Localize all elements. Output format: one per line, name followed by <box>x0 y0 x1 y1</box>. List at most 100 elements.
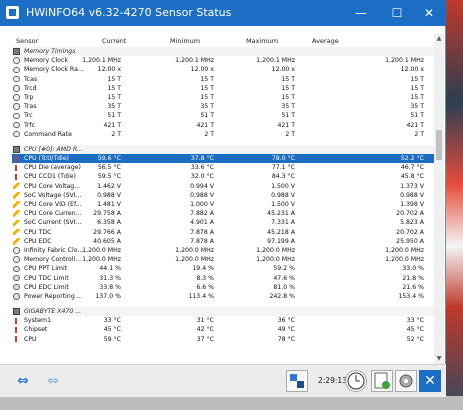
sensor-row[interactable]: Power Reporting ... 137.0 % 113.4 % 242.8 %… <box>12 292 434 301</box>
close-button[interactable]: ✕ <box>412 0 446 26</box>
sensor-row[interactable]: Memory Clock 1,200.1 MHz 1,200.1 MHz 1,200.… <box>12 56 434 65</box>
average-value: 21.8 % <box>402 274 424 282</box>
title-bar[interactable]: HWiNFO64 v6.32-4270 Sensor Status — ☐ ✕ <box>0 0 446 26</box>
temp-icon <box>15 173 17 181</box>
sensor-row[interactable]: Trcd 15 T 15 T 15 T 15 T <box>12 84 434 93</box>
sensor-name: CPU (Tctl/Tdie) <box>24 155 69 163</box>
settings-gear-icon[interactable] <box>395 370 417 392</box>
sensor-row[interactable]: Chipset 45 °C 42 °C 49 °C 45 °C <box>12 325 434 334</box>
clock-icon[interactable] <box>345 370 367 392</box>
column-header-average[interactable]: Average <box>312 37 339 45</box>
maximum-value: 0.988 V <box>271 191 295 199</box>
minimize-button[interactable]: — <box>344 0 378 26</box>
sensor-row[interactable]: Trfc 421 T 421 T 421 T 421 T <box>12 121 434 130</box>
current-value: 15 T <box>107 93 121 101</box>
current-value: 15 T <box>107 84 121 92</box>
column-header-sensor[interactable]: Sensor <box>16 37 38 45</box>
maximum-value: 1,200.1 MHz <box>256 57 295 65</box>
maximum-value: 7.331 A <box>271 219 295 227</box>
minimum-value: 12.00 x <box>190 66 214 74</box>
average-value: 20.702 A <box>396 210 424 218</box>
sensor-row[interactable]: Tcas 15 T 15 T 15 T 15 T <box>12 75 434 84</box>
minimum-value: 0.988 V <box>190 191 214 199</box>
sensor-transfer-icon[interactable] <box>286 370 308 392</box>
minimum-value: 6.6 % <box>196 283 214 291</box>
nav-left-arrows-icon[interactable]: ⇔ <box>10 374 36 389</box>
maximum-value: 45.218 A <box>267 228 295 236</box>
scroll-up-arrow-icon[interactable]: ▲ <box>434 34 444 44</box>
current-value: 421 T <box>103 121 121 129</box>
sensor-row[interactable]: Memory Controll... 1,200.0 MHz 1,200.0 MHz… <box>12 255 434 264</box>
sensor-row[interactable]: Tras 35 T 35 T 35 T 35 T <box>12 102 434 111</box>
sensor-row[interactable]: CPU 59 °C 37 °C 78 °C 52 °C <box>12 335 434 344</box>
clock-icon <box>13 130 20 138</box>
sensor-group-header[interactable]: Memory Timings <box>12 47 434 57</box>
sensor-row[interactable]: SoC Voltage (SVI... 0.988 V 0.988 V 0.988 V… <box>12 191 434 200</box>
volt-icon <box>13 219 20 227</box>
temp-icon <box>15 326 17 334</box>
sensor-name: CPU EDC <box>24 237 52 245</box>
column-header-minimum[interactable]: Minimum <box>170 37 200 45</box>
sensor-name: Trp <box>24 93 34 101</box>
maximize-button[interactable]: ☐ <box>380 0 414 26</box>
average-value: 5.823 A <box>400 219 424 227</box>
current-value: 45 °C <box>103 326 121 334</box>
maximum-value: 51 T <box>281 112 295 120</box>
usage-icon <box>13 283 20 291</box>
clock-icon <box>13 57 20 64</box>
sensor-row[interactable]: CPU Core VID (Ef... 1.481 V 1.000 V 1.500 V… <box>12 200 434 209</box>
column-header-current[interactable]: Current <box>102 37 126 45</box>
sensor-name: CPU TDC Limit <box>24 274 69 282</box>
close-sensors-icon[interactable]: ✕ <box>419 370 441 392</box>
sensor-row[interactable]: Trc 51 T 51 T 51 T 51 T <box>12 111 434 120</box>
sensor-row[interactable]: CPU PPT Limit 44.1 % 19.4 % 59.2 % 33.0 % <box>12 264 434 273</box>
sensor-row[interactable]: CPU Core Voltag... 1.462 V 0.994 V 1.500 V 1… <box>12 182 434 191</box>
scroll-thumb[interactable] <box>436 130 442 160</box>
maximum-value: 15 T <box>281 75 295 83</box>
sensor-name: Memory Timings <box>24 48 76 55</box>
sensor-row[interactable]: CPU Core Curren... 29.758 A 7.882 A 45.231 … <box>12 209 434 218</box>
sensor-row[interactable]: CPU Die (average) 56.5 °C 33.6 °C 77.1 °C 46… <box>12 163 434 172</box>
vertical-scrollbar[interactable]: ▲ ▼ <box>434 34 444 364</box>
sensor-row[interactable]: Command Rate 2 T 2 T 2 T 2 T <box>12 130 434 139</box>
sensor-row[interactable]: CPU TDC Limit 31.3 % 8.3 % 47.6 % 21.8 % <box>12 274 434 283</box>
add-report-icon[interactable] <box>371 370 393 392</box>
maximum-value: 45.231 A <box>267 210 295 218</box>
sensor-row[interactable]: CPU TDC 29.766 A 7.878 A 45.218 A 20.702 A <box>12 228 434 237</box>
maximum-value: 78 °C <box>277 335 295 343</box>
scroll-down-arrow-icon[interactable]: ▼ <box>434 354 444 364</box>
sensor-row[interactable]: System1 33 °C 31 °C 36 °C 33 °C <box>12 316 434 325</box>
current-value: 1,200.0 MHz <box>82 256 121 264</box>
sensor-row[interactable]: Infinity Fabric Clo... 1,200.0 MHz 1,200.0… <box>12 246 434 255</box>
sensor-group-header[interactable]: CPU [#0]: AMD R... <box>12 144 434 155</box>
sensor-row[interactable]: CPU CCD1 (Tdie) 59.5 °C 32.0 °C 84.3 °C 45.8… <box>12 172 434 181</box>
minimum-value: 421 T <box>196 121 214 129</box>
elapsed-time: 2:29:13 <box>318 376 347 385</box>
usage-icon <box>13 265 20 273</box>
sensor-row[interactable]: CPU EDC Limit 33.8 % 6.6 % 81.0 % 21.6 % <box>12 283 434 292</box>
sensor-row[interactable]: CPU (Tctl/Tdie) 59.6 °C 37.8 °C 78.0 °C 52.2… <box>12 154 434 164</box>
average-value: 15 T <box>410 75 424 83</box>
column-header-maximum[interactable]: Maximum <box>246 37 278 45</box>
current-value: 1,200.0 MHz <box>82 246 121 254</box>
sensor-name: CPU Core VID (Ef... <box>24 201 82 208</box>
sensor-row[interactable]: Memory Clock Ra... 12.00 x 12.00 x 12.00 x 1… <box>12 65 434 74</box>
minimum-value: 1,200.0 MHz <box>175 246 214 254</box>
clock-icon <box>13 66 20 74</box>
average-value: 2 T <box>414 130 424 138</box>
sensor-row[interactable]: SoC Current (SVI... 6.358 A 4.901 A 7.331 A… <box>12 218 434 227</box>
sensor-group-header[interactable]: GIGABYTE X470 ... <box>12 307 434 317</box>
average-value: 52.2 °C <box>400 155 424 163</box>
average-value: 15 T <box>410 93 424 101</box>
current-value: 15 T <box>107 75 121 83</box>
maximum-value: 78.0 °C <box>271 155 295 163</box>
clock-icon <box>13 247 20 254</box>
nav-right-arrows-icon[interactable]: ⇔ <box>40 374 66 389</box>
clock-icon <box>13 121 20 129</box>
average-value: 52 °C <box>406 335 424 343</box>
current-value: 12.00 x <box>97 66 121 74</box>
sensor-row[interactable]: Trp 15 T 15 T 15 T 15 T <box>12 93 434 102</box>
minimum-value: 2 T <box>204 130 214 138</box>
sensor-status-window: HWiNFO64 v6.32-4270 Sensor Status — ☐ ✕ … <box>0 0 446 397</box>
sensor-row[interactable]: CPU EDC 40.605 A 7.878 A 97.199 A 25.950 A <box>12 237 434 246</box>
